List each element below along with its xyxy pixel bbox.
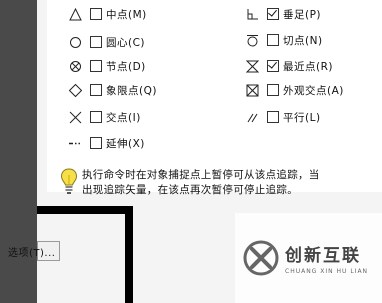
snap-midpoint-label: 中点(M): [106, 8, 147, 21]
perpendicular-checkbox[interactable]: [267, 8, 279, 20]
snap-node-label: 节点(D): [106, 60, 146, 73]
apparent-intersection-checkbox[interactable]: [267, 84, 279, 96]
node-checkbox[interactable]: [90, 60, 102, 72]
snap-nearest[interactable]: 最近点(R): [243, 56, 333, 76]
snap-tangent[interactable]: 切点(N): [243, 30, 323, 50]
tangent-icon: [243, 31, 261, 49]
center-circle-icon: [66, 33, 84, 51]
perpendicular-icon: [243, 5, 261, 23]
snap-node[interactable]: 节点(D): [66, 56, 146, 76]
snap-quadrant[interactable]: 象限点(Q): [66, 80, 157, 100]
watermark-sub: CHUANG XIN HU LIAN: [285, 268, 369, 275]
snap-perpendicular-label: 垂足(P): [283, 8, 322, 21]
nearest-hourglass-icon: [243, 57, 261, 75]
snap-center-label: 圆心(C): [106, 36, 146, 49]
snap-midpoint[interactable]: 中点(M): [66, 4, 147, 24]
center-checkbox[interactable]: [90, 36, 102, 48]
snap-extension-label: 延伸(X): [106, 137, 145, 150]
options-button[interactable]: 选项(T)...: [0, 240, 118, 262]
snap-tangent-label: 切点(N): [283, 34, 323, 47]
snap-apparent-intersection[interactable]: 外观交点(A): [243, 80, 344, 100]
snap-parallel-label: 平行(L): [283, 111, 321, 124]
snap-apparent-intersection-label: 外观交点(A): [283, 84, 344, 97]
quadrant-diamond-icon: [66, 81, 84, 99]
highlight-frame-top: [37, 206, 133, 214]
lightbulb-icon: [60, 168, 78, 194]
options-button-face[interactable]: 选项(T)...: [8, 241, 61, 261]
snap-intersection[interactable]: 交点(I): [66, 107, 141, 127]
options-button-label: 选项(T)...: [8, 247, 56, 259]
hint-line-2: 出现追踪矢量，在该点再次暂停可停止追踪。: [82, 184, 298, 196]
extension-icon: [66, 134, 84, 152]
extension-checkbox[interactable]: [90, 137, 102, 149]
snap-center[interactable]: 圆心(C): [66, 32, 145, 52]
watermark: 创新互联 CHUANG XIN HU LIAN: [235, 213, 382, 303]
snap-tracking-hint: 执行命令时在对象捕捉点上暂停可从该点追踪，当 出现追踪矢量，在该点再次暂停可停止…: [82, 168, 382, 198]
watermark-brand: 创新互联: [285, 246, 361, 266]
node-icon: [66, 57, 84, 75]
intersection-checkbox[interactable]: [90, 111, 102, 123]
snap-extension[interactable]: 延伸(X): [66, 133, 145, 153]
midpoint-triangle-icon: [66, 5, 84, 23]
hint-line-1: 执行命令时在对象捕捉点上暂停可从该点追踪，当: [82, 169, 320, 181]
quadrant-checkbox[interactable]: [90, 84, 102, 96]
midpoint-checkbox[interactable]: [90, 8, 102, 20]
tangent-checkbox[interactable]: [267, 34, 279, 46]
apparent-intersection-icon: [243, 81, 261, 99]
snap-parallel[interactable]: 平行(L): [243, 107, 321, 127]
snap-perpendicular[interactable]: 垂足(P): [243, 4, 321, 24]
snap-quadrant-label: 象限点(Q): [106, 84, 157, 97]
highlight-frame-right: [125, 206, 133, 303]
nearest-checkbox[interactable]: [267, 60, 279, 72]
snap-nearest-label: 最近点(R): [283, 60, 333, 73]
parallel-checkbox[interactable]: [267, 111, 279, 123]
snap-intersection-label: 交点(I): [106, 111, 141, 124]
parallel-icon: [243, 108, 261, 126]
intersection-x-icon: [66, 108, 84, 126]
brand-logo-icon: [243, 240, 279, 276]
